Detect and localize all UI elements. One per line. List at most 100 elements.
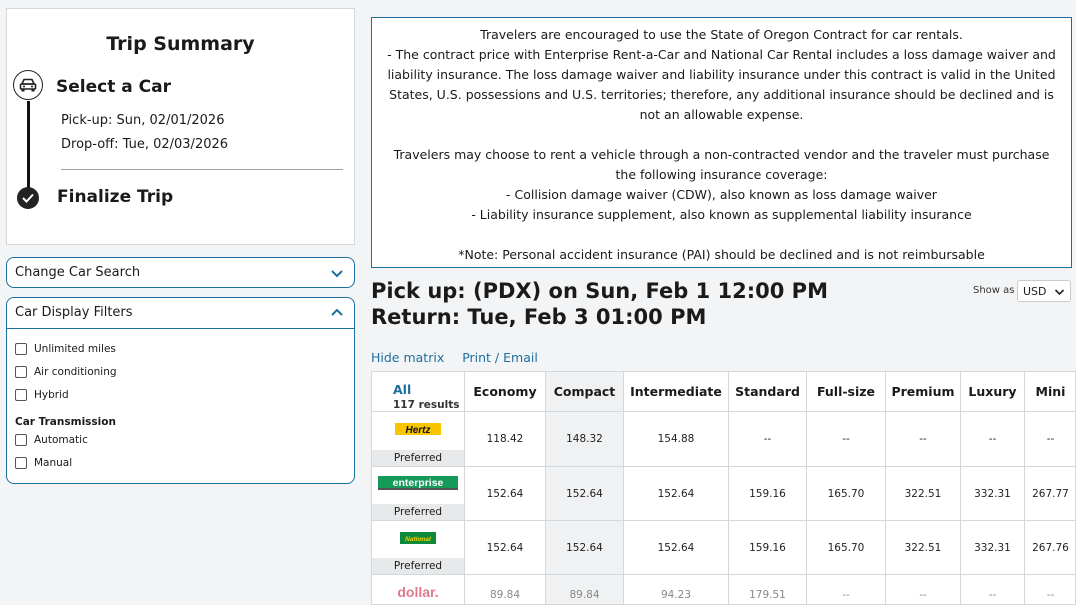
price-cell: -- (961, 412, 1024, 467)
change-car-search-accordion[interactable]: Change Car Search (6, 257, 355, 288)
dropoff-date: Drop-off: Tue, 02/03/2026 (61, 137, 229, 152)
price-cell[interactable]: 152.64 (465, 467, 545, 521)
checkbox[interactable] (15, 366, 27, 378)
price-cell[interactable]: 159.16 (729, 467, 806, 521)
results-count: 117 results (393, 399, 460, 411)
price-cell[interactable]: 179.51 (729, 575, 806, 604)
filters-divider (7, 328, 354, 329)
checkbox[interactable] (15, 434, 27, 446)
vendor-dollar[interactable]: dollar. (372, 575, 464, 604)
car-icon (19, 78, 37, 92)
price-cell: -- (807, 412, 885, 467)
column-economy: Economy 118.42 152.64 152.64 89.84 (464, 372, 545, 604)
column-header[interactable]: Premium (886, 372, 960, 412)
filter-air-conditioning[interactable]: Air conditioning (15, 366, 117, 378)
price-cell[interactable]: 152.64 (546, 521, 623, 575)
svg-text:enterprise: enterprise (393, 477, 444, 489)
price-cell[interactable]: 159.16 (729, 521, 806, 575)
column-header[interactable]: Full-size (807, 372, 885, 412)
trip-summary-card: Trip Summary Select a Car Pick-up: Sun, … (6, 8, 355, 245)
pickup-heading: Pick up: (PDX) on Sun, Feb 1 12:00 PM (371, 279, 828, 303)
notice-line: *Note: Personal accident insurance (PAI)… (458, 247, 985, 262)
column-full-size: Full-size -- 165.70 165.70 -- (806, 372, 885, 604)
price-cell[interactable]: 152.64 (624, 467, 728, 521)
price-cell[interactable]: 152.64 (624, 521, 728, 575)
notice-line: Travelers are encouraged to use the Stat… (480, 27, 963, 42)
filter-unlimited-miles[interactable]: Unlimited miles (15, 343, 116, 355)
vendor-enterprise[interactable]: enterprise Preferred (372, 467, 464, 521)
filter-manual[interactable]: Manual (15, 457, 72, 469)
check-icon (17, 187, 39, 209)
vendor-column: All 117 results Hertz Preferred enterpri… (372, 372, 464, 604)
currency-select[interactable]: USD (1017, 280, 1071, 302)
step-finalize-trip: Finalize Trip (57, 187, 174, 207)
svg-text:dollar.: dollar. (397, 584, 438, 600)
price-cell[interactable]: 118.42 (465, 412, 545, 467)
svg-text:Hertz: Hertz (405, 425, 430, 436)
enterprise-logo: enterprise (378, 474, 458, 492)
price-cell[interactable]: 152.64 (465, 521, 545, 575)
column-compact: Compact 148.32 152.64 152.64 89.84 (545, 372, 623, 604)
price-cell[interactable]: 89.84 (546, 575, 623, 604)
progress-line (27, 101, 30, 189)
column-header[interactable]: Mini (1025, 372, 1075, 412)
vendor-hertz[interactable]: Hertz Preferred (372, 412, 464, 467)
vendor-national[interactable]: National Preferred (372, 521, 464, 575)
preferred-label: Preferred (372, 504, 464, 520)
column-header[interactable]: Economy (465, 372, 545, 412)
column-intermediate: Intermediate 154.88 152.64 152.64 94.23 (623, 372, 728, 604)
price-cell[interactable]: 148.32 (546, 412, 623, 467)
return-heading: Return: Tue, Feb 3 01:00 PM (371, 305, 707, 329)
hide-matrix-link[interactable]: Hide matrix (371, 350, 444, 365)
step-select-car: Select a Car (56, 77, 171, 97)
chevron-up-icon[interactable] (330, 306, 344, 320)
preferred-label: Preferred (372, 450, 464, 466)
filter-label: Air conditioning (34, 366, 117, 378)
price-cell[interactable]: 322.51 (886, 467, 960, 521)
notice-line: Travelers may choose to rent a vehicle t… (393, 147, 1050, 182)
column-mini: Mini -- 267.77 267.76 -- (1024, 372, 1075, 604)
price-cell[interactable]: 332.31 (961, 467, 1024, 521)
column-header[interactable]: Standard (729, 372, 806, 412)
policy-notice: Travelers are encouraged to use the Stat… (371, 17, 1072, 268)
show-as-label: Show as (973, 285, 1015, 296)
car-transmission-heading: Car Transmission (15, 416, 116, 428)
price-cell[interactable]: 332.31 (961, 521, 1024, 575)
price-cell[interactable]: 94.23 (624, 575, 728, 604)
notice-line: - Collision damage waiver (CDW), also kn… (506, 187, 937, 202)
price-cell: -- (1025, 575, 1075, 604)
price-cell: -- (807, 575, 885, 604)
filter-automatic[interactable]: Automatic (15, 434, 88, 446)
checkbox[interactable] (15, 389, 27, 401)
column-luxury: Luxury -- 332.31 332.31 -- (960, 372, 1024, 604)
price-cell[interactable]: 267.77 (1025, 467, 1075, 521)
chevron-down-icon (1054, 289, 1065, 296)
filter-label: Automatic (34, 434, 88, 446)
hertz-logo: Hertz (378, 420, 458, 438)
column-header[interactable]: Intermediate (624, 372, 728, 412)
all-link[interactable]: All (393, 382, 411, 397)
column-header[interactable]: Compact (546, 372, 623, 412)
svg-text:National: National (405, 536, 431, 543)
car-display-filters-label[interactable]: Car Display Filters (15, 305, 133, 320)
price-cell[interactable]: 165.70 (807, 521, 885, 575)
price-cell[interactable]: 322.51 (886, 521, 960, 575)
column-header[interactable]: Luxury (961, 372, 1024, 412)
price-cell[interactable]: 165.70 (807, 467, 885, 521)
price-cell: -- (961, 575, 1024, 604)
chevron-down-icon (331, 270, 343, 278)
currency-value: USD (1023, 285, 1047, 298)
dollar-logo: dollar. (378, 583, 458, 601)
pickup-return-heading: Pick up: (PDX) on Sun, Feb 1 12:00 PM Re… (371, 278, 828, 330)
price-cell[interactable]: 154.88 (624, 412, 728, 467)
column-standard: Standard -- 159.16 159.16 179.51 (728, 372, 806, 604)
filter-hybrid[interactable]: Hybrid (15, 389, 69, 401)
pickup-date: Pick-up: Sun, 02/01/2026 (61, 113, 225, 128)
price-cell[interactable]: 267.76 (1025, 521, 1075, 575)
car-step-icon (13, 70, 43, 100)
price-cell[interactable]: 89.84 (465, 575, 545, 604)
checkbox[interactable] (15, 457, 27, 469)
price-cell[interactable]: 152.64 (546, 467, 623, 521)
checkbox[interactable] (15, 343, 27, 355)
print-email-link[interactable]: Print / Email (462, 350, 538, 365)
